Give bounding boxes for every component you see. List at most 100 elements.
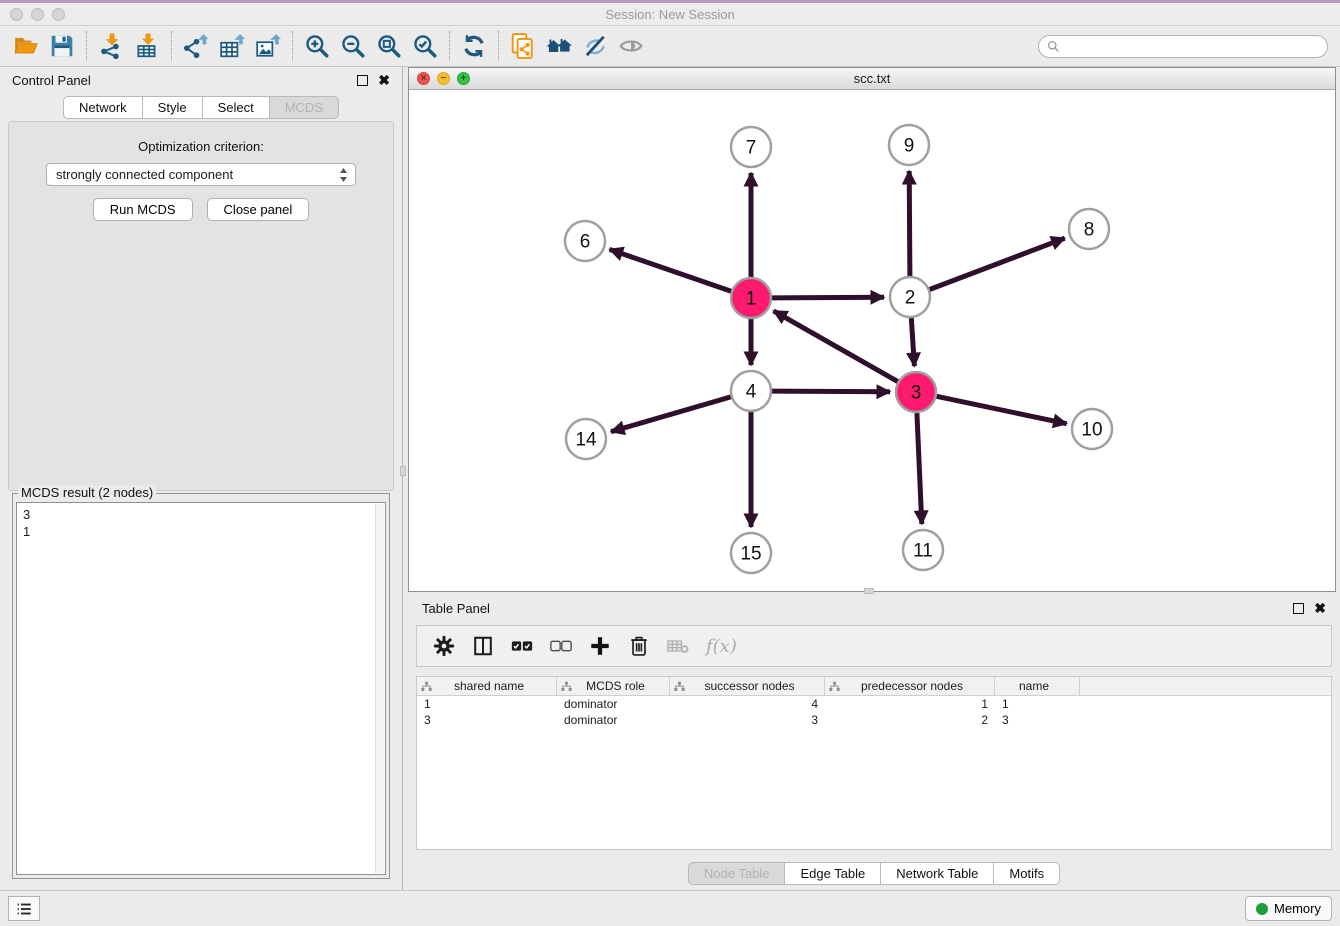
column-header-successor-nodes[interactable]: successor nodes: [670, 677, 825, 695]
import-network-button[interactable]: [93, 29, 129, 63]
export-network-button[interactable]: [178, 29, 214, 63]
node-table[interactable]: shared nameMCDS rolesuccessor nodesprede…: [416, 676, 1332, 850]
tab-network-table[interactable]: Network Table: [880, 862, 994, 885]
mcds-result-text[interactable]: 31: [16, 502, 386, 875]
graph-edge-4-3[interactable]: [772, 391, 890, 392]
vertical-splitter-handle[interactable]: [400, 466, 406, 476]
tab-style[interactable]: Style: [142, 96, 203, 119]
cell-successor-nodes[interactable]: 3: [670, 712, 825, 728]
refresh-layout-button[interactable]: [456, 29, 492, 63]
graph-node-10[interactable]: 10: [1072, 409, 1112, 449]
graph-node-9[interactable]: 9: [889, 125, 929, 165]
zoom-selected-button[interactable]: [407, 29, 443, 63]
horizontal-splitter-handle[interactable]: [864, 588, 874, 594]
network-canvas[interactable]: 7 9 6 8 1 2 4 3 14 10 15 11: [409, 91, 1335, 591]
graph-edge-2-3[interactable]: [911, 318, 914, 366]
add-column-button[interactable]: [589, 635, 611, 657]
graph-node-7[interactable]: 7: [731, 127, 771, 167]
export-image-button[interactable]: [250, 29, 286, 63]
graph-edge-4-14[interactable]: [611, 397, 731, 432]
unselect-all-columns-button[interactable]: [550, 635, 572, 657]
frame-minimize-button[interactable]: −: [437, 72, 450, 85]
column-header-shared-name[interactable]: shared name: [417, 677, 557, 695]
zoom-selected-icon: [412, 33, 438, 59]
duplicate-network-button[interactable]: [505, 29, 541, 63]
graph-node-2[interactable]: 2: [890, 277, 930, 317]
memory-button[interactable]: Memory: [1245, 896, 1332, 921]
search-icon: [1047, 40, 1060, 53]
close-table-panel-icon[interactable]: ✖: [1314, 603, 1326, 614]
function-builder-button[interactable]: f(x): [706, 636, 737, 657]
float-table-panel-icon[interactable]: [1293, 603, 1304, 614]
cell-shared-name[interactable]: 3: [417, 712, 557, 728]
cell-name[interactable]: 1: [995, 696, 1080, 712]
zoom-in-button[interactable]: [299, 29, 335, 63]
table-row[interactable]: 1dominator411: [417, 696, 1331, 712]
cell-shared-name[interactable]: 1: [417, 696, 557, 712]
graph-edge-1-2[interactable]: [772, 297, 884, 298]
graph-edge-3-11[interactable]: [917, 413, 922, 524]
cell-predecessor-nodes[interactable]: 1: [825, 696, 995, 712]
import-table-button[interactable]: [129, 29, 165, 63]
criterion-dropdown[interactable]: strongly connected component: [46, 163, 356, 186]
column-settings-button[interactable]: [433, 635, 455, 657]
tab-network[interactable]: Network: [63, 96, 143, 119]
graph-node-15[interactable]: 15: [731, 533, 771, 573]
delete-column-button[interactable]: [628, 635, 650, 657]
frame-close-button[interactable]: ×: [417, 72, 430, 85]
add-column-icon: [589, 635, 611, 657]
table-row[interactable]: 3dominator323: [417, 712, 1331, 728]
show-hide-button[interactable]: [613, 29, 649, 63]
graph-node-8[interactable]: 8: [1069, 209, 1109, 249]
graph-node-14[interactable]: 14: [566, 419, 606, 459]
graph-node-1[interactable]: 1: [731, 278, 771, 318]
export-table-button[interactable]: [214, 29, 250, 63]
tab-node-table[interactable]: Node Table: [688, 862, 786, 885]
close-panel-icon[interactable]: ✖: [378, 75, 390, 86]
cell-predecessor-nodes[interactable]: 2: [825, 712, 995, 728]
column-header-mcds-role[interactable]: MCDS role: [557, 677, 670, 695]
tab-edge-table[interactable]: Edge Table: [784, 862, 881, 885]
select-all-columns-button[interactable]: [511, 635, 533, 657]
tab-select[interactable]: Select: [202, 96, 270, 119]
float-panel-icon[interactable]: [357, 75, 368, 86]
tab-motifs[interactable]: Motifs: [993, 862, 1060, 885]
graph-node-3[interactable]: 3: [896, 372, 936, 412]
graph-edge-1-6[interactable]: [610, 249, 732, 291]
graph-node-6[interactable]: 6: [565, 221, 605, 261]
zoom-fit-button[interactable]: [371, 29, 407, 63]
column-header-predecessor-nodes[interactable]: predecessor nodes: [825, 677, 995, 695]
toggle-graphics-details-button[interactable]: [577, 29, 613, 63]
column-header-name[interactable]: name: [995, 677, 1080, 695]
graph-edge-3-1[interactable]: [774, 311, 898, 382]
tab-mcds[interactable]: MCDS: [269, 96, 339, 119]
cell-name[interactable]: 3: [995, 712, 1080, 728]
home-view-button[interactable]: [541, 29, 577, 63]
open-session-button[interactable]: [8, 29, 44, 63]
result-scrollbar[interactable]: [375, 504, 384, 873]
cell-mcds-role[interactable]: dominator: [557, 712, 670, 728]
cell-successor-nodes[interactable]: 4: [670, 696, 825, 712]
show-columns-button[interactable]: [472, 635, 494, 657]
search-box[interactable]: [1038, 35, 1328, 58]
control-panel-tabs: NetworkStyleSelectMCDS: [0, 96, 402, 119]
graph-edge-3-10[interactable]: [937, 396, 1067, 423]
run-mcds-button[interactable]: Run MCDS: [93, 198, 193, 221]
zoom-out-button[interactable]: [335, 29, 371, 63]
search-input[interactable]: [1065, 39, 1319, 53]
node-label: 4: [746, 382, 757, 403]
task-history-button[interactable]: [8, 896, 40, 921]
graph-node-11[interactable]: 11: [903, 530, 943, 570]
frame-maximize-button[interactable]: +: [457, 72, 470, 85]
network-frame-titlebar[interactable]: × − + scc.txt: [409, 68, 1335, 90]
save-session-button[interactable]: [44, 29, 80, 63]
close-panel-button[interactable]: Close panel: [207, 198, 310, 221]
graph-edge-2-9[interactable]: [909, 171, 910, 276]
graph-edge-2-8[interactable]: [930, 238, 1065, 289]
application-window: Session: New Session Control Panel ✖ Net…: [0, 0, 1340, 926]
graph-node-4[interactable]: 4: [731, 371, 771, 411]
delete-table-button[interactable]: [667, 635, 689, 657]
node-label: 10: [1081, 420, 1102, 441]
cell-mcds-role[interactable]: dominator: [557, 696, 670, 712]
export-network-icon: [183, 33, 209, 59]
